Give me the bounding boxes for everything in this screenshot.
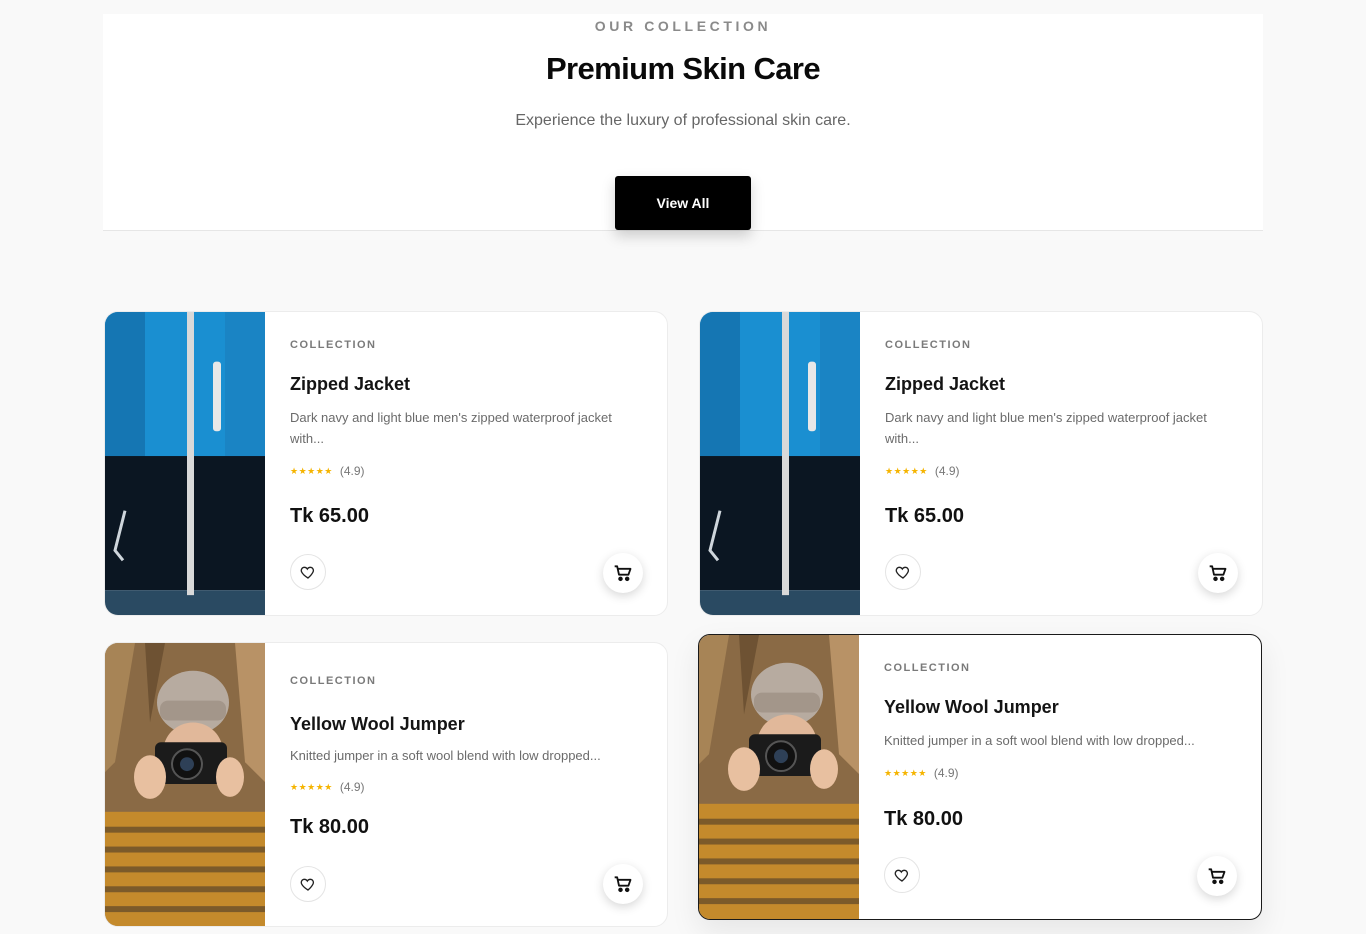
wishlist-button[interactable] (885, 554, 921, 590)
product-description: Knitted jumper in a soft wool blend with… (290, 748, 601, 763)
star-rating-icon: ★★★★★ (290, 781, 333, 792)
product-name[interactable]: Zipped Jacket (885, 374, 1005, 395)
section-title: Premium Skin Care (545, 51, 821, 86)
product-category: COLLECTION (290, 339, 377, 351)
product-category: COLLECTION (290, 675, 377, 687)
blue-jacket-photo[interactable] (105, 312, 265, 615)
product-name[interactable]: Yellow Wool Jumper (290, 714, 465, 735)
shopping-cart-icon (614, 565, 632, 582)
view-all-button[interactable]: View All (615, 176, 751, 230)
heart-icon (300, 878, 315, 891)
wool-jumper-photo[interactable] (105, 643, 265, 926)
wishlist-button[interactable] (884, 857, 920, 893)
product-rating: ★★★★★ (4.9) (290, 464, 365, 478)
add-to-cart-button[interactable] (1197, 856, 1237, 896)
product-card[interactable]: COLLECTION Yellow Wool Jumper Knitted ju… (104, 642, 668, 927)
shopping-cart-icon (1209, 565, 1227, 582)
star-rating-icon: ★★★★★ (885, 465, 928, 476)
product-rating: ★★★★★ (4.9) (884, 766, 959, 780)
shopping-cart-icon (614, 876, 632, 893)
blue-jacket-photo[interactable] (700, 312, 860, 615)
product-card[interactable]: COLLECTION Zipped Jacket Dark navy and l… (104, 311, 668, 616)
collection-hero: OUR COLLECTION Premium Skin Care Experie… (103, 14, 1263, 231)
wool-jumper-photo[interactable] (699, 635, 859, 919)
product-category: COLLECTION (884, 662, 971, 674)
rating-value: (4.9) (934, 464, 960, 478)
add-to-cart-button[interactable] (1198, 553, 1238, 593)
product-card[interactable]: COLLECTION Yellow Wool Jumper Knitted ju… (698, 634, 1262, 920)
product-rating: ★★★★★ (4.9) (885, 464, 960, 478)
section-subtitle: Experience the luxury of professional sk… (515, 112, 851, 129)
heart-icon (894, 869, 909, 882)
rating-value: (4.9) (339, 780, 365, 794)
product-category: COLLECTION (885, 339, 972, 351)
add-to-cart-button[interactable] (603, 553, 643, 593)
shopping-cart-icon (1208, 868, 1226, 885)
product-description: Dark navy and light blue men's zipped wa… (290, 410, 612, 446)
star-rating-icon: ★★★★★ (290, 465, 333, 476)
product-description: Dark navy and light blue men's zipped wa… (885, 410, 1207, 446)
product-price: Tk 80.00 (884, 808, 963, 830)
product-rating: ★★★★★ (4.9) (290, 780, 365, 794)
wishlist-button[interactable] (290, 866, 326, 902)
star-rating-icon: ★★★★★ (884, 767, 927, 778)
product-name[interactable]: Yellow Wool Jumper (884, 697, 1059, 718)
product-card[interactable]: COLLECTION Zipped Jacket Dark navy and l… (699, 311, 1263, 616)
rating-value: (4.9) (933, 766, 959, 780)
product-price: Tk 65.00 (885, 505, 964, 527)
add-to-cart-button[interactable] (603, 864, 643, 904)
wishlist-button[interactable] (290, 554, 326, 590)
product-price: Tk 80.00 (290, 816, 369, 838)
heart-icon (300, 566, 315, 579)
section-eyebrow: OUR COLLECTION (594, 18, 772, 34)
rating-value: (4.9) (339, 464, 365, 478)
product-description: Knitted jumper in a soft wool blend with… (884, 733, 1195, 748)
product-price: Tk 65.00 (290, 505, 369, 527)
product-name[interactable]: Zipped Jacket (290, 374, 410, 395)
heart-icon (895, 566, 910, 579)
